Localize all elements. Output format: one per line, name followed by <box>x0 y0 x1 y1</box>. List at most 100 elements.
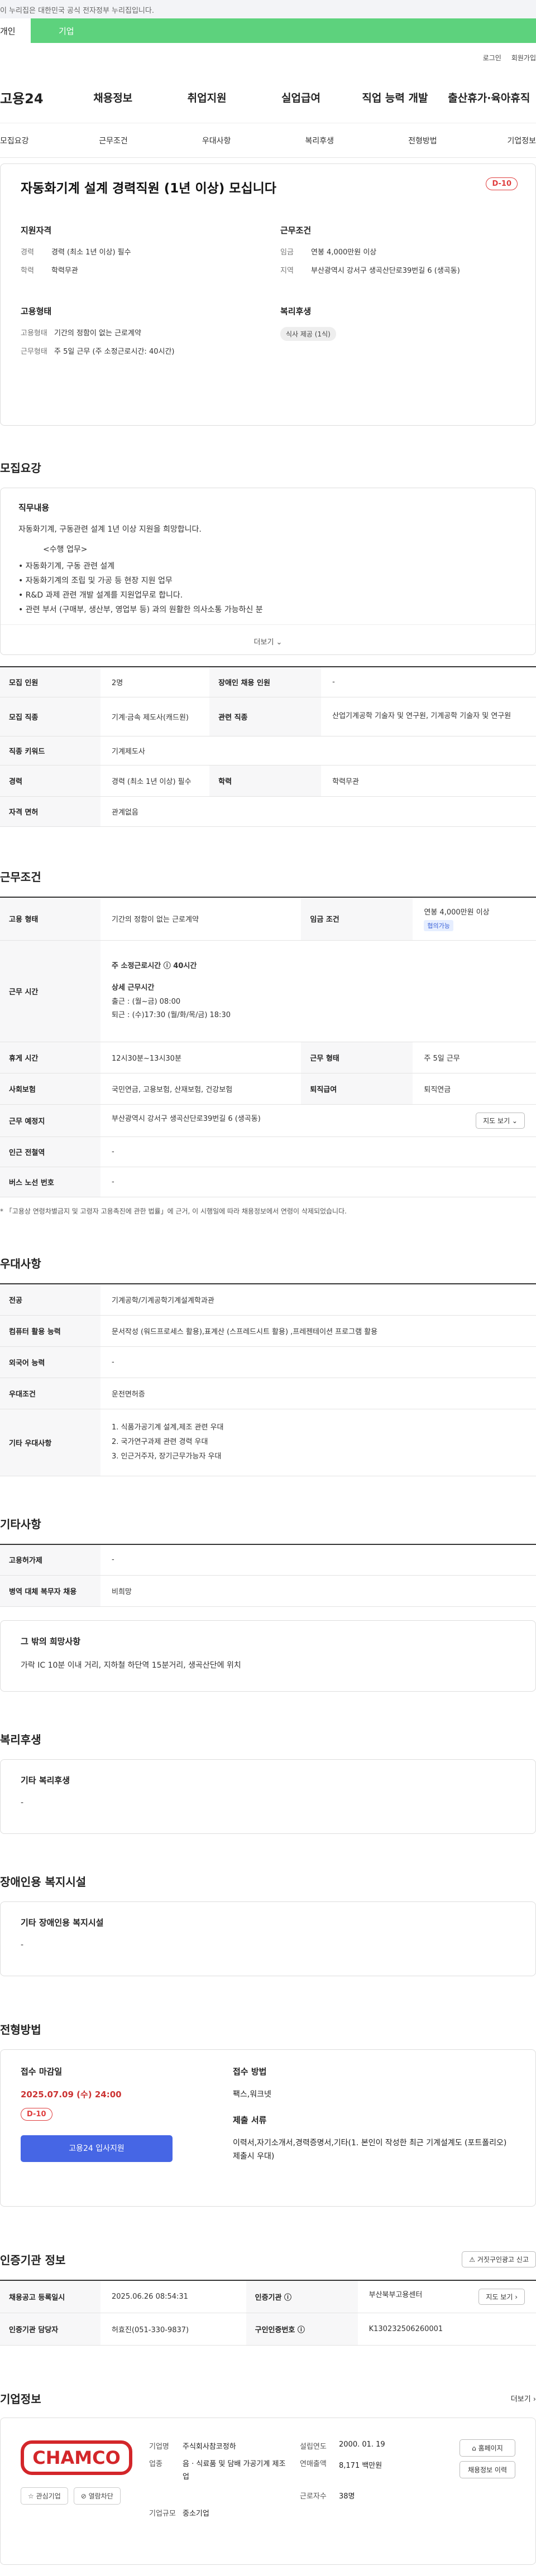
keyword-value: 기계제도사 <box>112 747 145 756</box>
signup-link[interactable]: 회원가입 <box>511 53 536 72</box>
table-row: 병역 대체 복무자 채용 비희망 <box>0 1575 536 1607</box>
conditions-section-title: 근무조건 <box>0 870 41 884</box>
preference-section-title: 우대사항 <box>0 1257 41 1270</box>
process-dday-badge: D-10 <box>21 2108 52 2121</box>
table-row: 채용공고 등록일시 2025.06.26 08:54:31 인증기관 ⓘ 부산북… <box>0 2280 536 2313</box>
process-section-title: 전형방법 <box>0 2023 41 2036</box>
company-name-label: 기업명 <box>149 2442 169 2451</box>
list-item: 3. 인근거주자, 장기근무가능자 우대 <box>112 1452 222 1461</box>
retire-label: 퇴직급여 <box>301 1073 413 1105</box>
disabled-text: - <box>21 1941 24 1949</box>
disabled-section-title: 장애인용 복지시설 <box>0 1875 87 1889</box>
summary-work-conditions: 근무조건 임금 연봉 4,000만원 이상 지역 부산광역시 강서구 생곡산단로39… <box>280 224 518 283</box>
task-heading: <수행 업무> <box>43 545 88 554</box>
global-nav: 고용24 채용정보 취업지원 실업급여 직업 능력 개발 출산휴가·육아휴직 <box>0 72 536 123</box>
table-row: 기타 우대사항 1. 식품가공기계 설계,제조 관련 우대 2. 국가연구과제 … <box>0 1409 536 1476</box>
other-wish-box: 그 밖의 희망사항 가락 IC 10분 이내 거리, 지하철 하단역 15분거리… <box>0 1620 536 1692</box>
anchor-recruit[interactable]: 모집요강 <box>0 135 62 146</box>
homepage-button[interactable]: ⌂ 홈페이지 <box>459 2439 515 2457</box>
hours-detail-heading: 상세 근무시간 <box>112 983 155 992</box>
recruit-section-title: 모집요강 <box>0 461 41 475</box>
anchor-conditions[interactable]: 근무조건 <box>62 135 165 146</box>
company-section-title: 기업정보 <box>0 2392 41 2406</box>
agency-cell: 부산북부고용센터 지도 보기 › <box>358 2280 536 2313</box>
summary-edu-value: 학력무관 <box>51 267 78 275</box>
anchor-preference[interactable]: 우대사항 <box>165 135 268 146</box>
site-logo[interactable]: 고용24 <box>0 88 66 107</box>
company-actions: ⌂ 홈페이지 채용정보 이력 <box>459 2431 515 2551</box>
retire-value: 퇴직연금 <box>424 1086 451 1094</box>
login-link[interactable]: 로그인 <box>483 53 501 72</box>
people-label: 모집 인원 <box>0 667 100 697</box>
list-item: • 자동화기계, 구동 관련 설계 <box>18 562 115 571</box>
hours-label: 근무 시간 <box>0 940 100 1042</box>
people-value: 2명 <box>112 678 123 687</box>
revenue-value: 8,171 백만원 <box>339 2461 382 2470</box>
tab-personal[interactable]: 개인 <box>0 18 31 43</box>
gnb-vocational-training[interactable]: 직업 능력 개발 <box>348 90 442 105</box>
map-view-button[interactable]: 지도 보기 ⌄ <box>476 1113 525 1129</box>
report-fake-ad-button[interactable]: ⚠ 거짓구인광고 신고 <box>462 2251 536 2267</box>
table-row: 사회보험 국민연금, 고용보험, 산재보험, 건강보험 퇴직급여 퇴직연금 <box>0 1073 536 1105</box>
job-history-button[interactable]: 채용정보 이력 <box>459 2461 515 2478</box>
tab-business[interactable]: 기업 <box>31 18 536 43</box>
disabled-label: 장애인 채용 인원 <box>209 667 322 697</box>
gnb-parental-leave[interactable]: 출산휴가·육아휴직 <box>442 90 536 105</box>
hours-cell: 주 소정근로시간 ⓘ 40시간 상세 근무시간 출근 : (월~금) 08:00… <box>100 941 536 1042</box>
method-value: 팩스,워크넷 <box>233 2090 271 2099</box>
anchor-welfare[interactable]: 복리후생 <box>268 135 371 146</box>
table-row: 고용허가제 - <box>0 1544 536 1576</box>
wage-cell: 연봉 4,000만원 이상 협의가능 <box>413 897 536 941</box>
cert-no-label: 구인인증번호 ⓘ <box>246 2313 358 2345</box>
table-row: 인근 전철역 - <box>0 1137 536 1167</box>
table-row: 휴게 시간 12시30분~13시30분 근무 형태 주 5일 근무 <box>0 1042 536 1073</box>
other-wish-heading: 그 밖의 희망사항 <box>21 1636 81 1646</box>
company-name-value: 주식회사참코정하 <box>183 2442 236 2451</box>
duty-card: 직무내용 자동화기계, 구동관련 설계 1년 이상 지원을 희망합니다. <수행… <box>0 488 536 655</box>
summary-work-heading: 근무조건 <box>280 225 312 235</box>
license-value: 관계없음 <box>112 808 138 817</box>
industry-label: 업종 <box>149 2459 162 2468</box>
agency-map-button[interactable]: 지도 보기 › <box>478 2288 525 2305</box>
more-button[interactable]: 더보기 ⌄ <box>1 624 535 654</box>
permit-value: - <box>112 1556 114 1564</box>
age-note: * 「고용상 연령차별금지 및 고령자 고용촉진에 관한 법률」에 근거, 이 … <box>0 1207 347 1215</box>
license-label: 자격 면허 <box>0 796 100 826</box>
deadline-column: 접수 마감일 2025.07.09 (수) 24:00 D-10 고용24 입사… <box>1 2050 213 2206</box>
block-company-button[interactable]: ⊘ 열람차단 <box>73 2487 121 2505</box>
job-value: 기계·금속 제도사(캐드원) <box>112 713 189 722</box>
gnb-jobs[interactable]: 채용정보 <box>66 90 160 105</box>
company-more-link[interactable]: 더보기 › <box>511 2393 536 2404</box>
size-value: 중소기업 <box>183 2510 209 2519</box>
conditions-table: 고용 형태 기간의 정함이 없는 근로계약 임금 조건 연봉 4,000만원 이… <box>0 896 536 1198</box>
table-row: 인증기관 담당자 허효진(051-330-9837) 구인인증번호 ⓘ K130… <box>0 2313 536 2345</box>
table-row: 컴퓨터 활용 능력 문서작성 (워드프로세스 활용),표계산 (스프레드시트 활… <box>0 1315 536 1346</box>
employees-label: 근로자수 <box>300 2492 327 2501</box>
major-value: 기계공학/기계공학기계설계학과관 <box>112 1296 214 1305</box>
related-job-label: 관련 직종 <box>209 697 322 736</box>
job-label: 모집 직종 <box>0 697 100 736</box>
other-wish-text: 가락 IC 10분 이내 거리, 지하철 하단역 15분거리, 생곡산단에 위치 <box>21 1661 241 1670</box>
negotiable-badge: 협의가능 <box>424 920 453 932</box>
summary-region-label: 지역 <box>280 267 294 275</box>
summary-worktype-value: 주 5일 근무 (주 소정근로시간: 40시간) <box>54 348 175 356</box>
welfare-heading: 기타 복리후생 <box>21 1775 70 1785</box>
table-row: 직종 키워드 기계제도사 <box>0 736 536 765</box>
anchor-process[interactable]: 전형방법 <box>371 135 475 146</box>
apply-button[interactable]: 고용24 입사지원 <box>21 2135 173 2162</box>
favorite-company-button[interactable]: ☆ 관심기업 <box>21 2487 68 2505</box>
gnb-unemployment-benefit[interactable]: 실업급여 <box>254 90 348 105</box>
summary-career-label: 경력 <box>21 248 34 257</box>
anchor-company[interactable]: 기업정보 <box>474 135 536 146</box>
list-item: • 자동화기계의 조립 및 가공 등 현장 지원 업무 <box>18 576 173 585</box>
form-label: 근무 형태 <box>301 1042 413 1073</box>
employees-value: 38명 <box>339 2492 355 2501</box>
method-heading: 접수 방법 <box>233 2067 267 2077</box>
career-value: 경력 (최소 1년 이상) 필수 <box>112 777 192 786</box>
gnb-employment-support[interactable]: 취업지원 <box>160 90 253 105</box>
pc-skill-value: 문서작성 (워드프로세스 활용),표계산 (스프레드시트 활용) ,프레젠테이션… <box>112 1327 378 1336</box>
deadline-heading: 접수 마감일 <box>21 2067 63 2077</box>
summary-employment-heading: 고용형태 <box>21 306 52 316</box>
emptype-value: 기간의 정함이 없는 근로계약 <box>112 916 199 925</box>
reg-date-value: 2025.06.26 08:54:31 <box>112 2292 188 2301</box>
